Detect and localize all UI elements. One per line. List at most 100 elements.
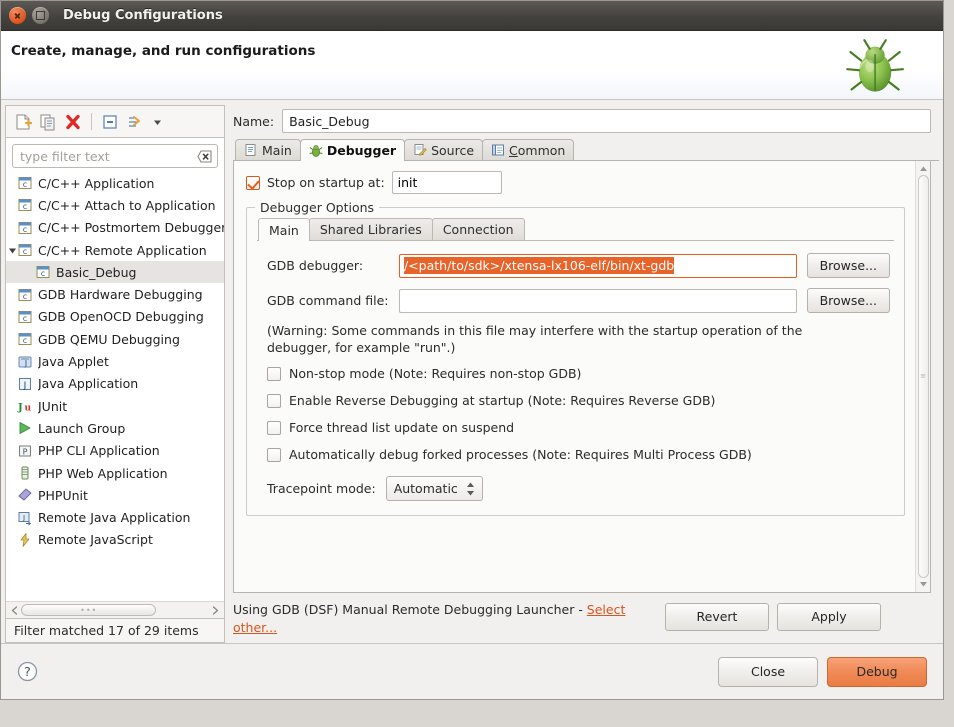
stop-on-startup-checkbox[interactable] (246, 176, 260, 190)
debugger-option-checkbox[interactable] (267, 367, 281, 381)
tree-item[interactable]: cC/C++ Remote Application (6, 239, 224, 261)
debugger-option-label: Automatically debug forked processes (No… (289, 447, 752, 462)
java-applet-icon: J (17, 354, 33, 370)
gdb-command-file-browse-button[interactable]: Browse... (807, 288, 890, 313)
help-icon[interactable]: ? (17, 661, 38, 682)
gdb-debugger-browse-button[interactable]: Browse... (807, 253, 890, 278)
tree-horizontal-scrollbar[interactable]: ••• (6, 601, 224, 618)
filter-wrapper (6, 138, 224, 172)
tab-main[interactable]: Main (235, 139, 301, 160)
svg-text:J: J (17, 403, 23, 414)
duplicate-icon[interactable] (39, 113, 57, 131)
tree-item[interactable]: PHPUnit (6, 484, 224, 506)
vscroll-track[interactable]: ≡ (918, 175, 929, 578)
tree-item[interactable]: PPHP CLI Application (6, 440, 224, 462)
configuration-tabs: Main Debugger SourceCommon (233, 139, 939, 161)
scroll-left-icon[interactable] (8, 604, 21, 617)
tree-item-label: C/C++ Application (38, 176, 154, 191)
tree-item[interactable]: PHP Web Application (6, 462, 224, 484)
scroll-right-icon[interactable] (209, 604, 222, 617)
debugger-option-row: Force thread list update on suspend (267, 420, 890, 435)
command-file-warning: (Warning: Some commands in this file may… (267, 323, 852, 356)
c-launch-icon: c (17, 287, 33, 303)
stop-on-startup-input[interactable] (392, 171, 502, 194)
clear-icon[interactable] (197, 150, 212, 163)
scroll-up-icon[interactable] (916, 163, 930, 175)
tree-item-label: C/C++ Postmortem Debugger (38, 220, 224, 235)
tab-source[interactable]: Source (404, 139, 483, 160)
debugger-option-tab-shared-libraries[interactable]: Shared Libraries (309, 218, 433, 240)
configurations-pane: cC/C++ ApplicationcC/C++ Attach to Appli… (5, 105, 225, 643)
new-launch-configuration-icon[interactable] (14, 113, 32, 131)
configurations-tree[interactable]: cC/C++ ApplicationcC/C++ Attach to Appli… (6, 172, 224, 601)
svg-text:J: J (22, 514, 25, 522)
debugger-option-checkbox[interactable] (267, 448, 281, 462)
source-tab-icon (413, 143, 427, 157)
tree-item[interactable]: cC/C++ Attach to Application (6, 194, 224, 216)
configuration-editor-pane: Name: Main Debugger SourceCommon Stop on s… (227, 105, 939, 643)
tab-debugger[interactable]: Debugger (300, 139, 405, 161)
maximize-icon[interactable] (32, 7, 49, 24)
scroll-thumb[interactable]: ••• (21, 604, 156, 616)
tree-item[interactable]: cC/C++ Postmortem Debugger (6, 217, 224, 239)
scroll-down-icon[interactable] (916, 578, 930, 590)
tree-item[interactable]: Remote JavaScript (6, 529, 224, 551)
remote-js-icon (17, 532, 33, 548)
dialog-body: cC/C++ ApplicationcC/C++ Attach to Appli… (1, 100, 943, 643)
gdb-command-file-input[interactable] (399, 289, 797, 313)
tree-item-label: GDB Hardware Debugging (38, 287, 203, 302)
tree-item-label: GDB OpenOCD Debugging (38, 309, 204, 324)
tracepoint-mode-select[interactable]: Automatic (386, 476, 483, 501)
configuration-name-input[interactable] (282, 109, 931, 133)
debugger-tab-content: Stop on startup at: Debugger Options Mai… (234, 161, 915, 592)
filter-launch-configurations-icon[interactable] (126, 113, 144, 131)
debugger-option-checkbox[interactable] (267, 394, 281, 408)
apply-button[interactable]: Apply (777, 603, 881, 631)
configurations-toolbar (5, 105, 225, 137)
gdb-command-file-label: GDB command file: (267, 293, 389, 308)
launcher-prefix: Using GDB (DSF) Manual Remote Debugging … (233, 602, 587, 617)
debugger-option-label: Enable Reverse Debugging at startup (Not… (289, 393, 715, 408)
tree-item[interactable]: JJava Applet (6, 350, 224, 372)
tree-item[interactable]: JRemote Java Application (6, 506, 224, 528)
scroll-track[interactable]: ••• (21, 604, 209, 616)
tree-item[interactable]: c GDB OpenOCD Debugging (6, 306, 224, 328)
tree-item[interactable]: cBasic_Debug (6, 261, 224, 283)
tree-item[interactable]: c GDB Hardware Debugging (6, 283, 224, 305)
tracepoint-mode-label: Tracepoint mode: (267, 481, 376, 496)
tree-item[interactable]: Launch Group (6, 417, 224, 439)
tree-item[interactable]: JJava Application (6, 373, 224, 395)
tree-item-label: C/C++ Remote Application (38, 243, 207, 258)
collapse-all-icon[interactable] (101, 113, 119, 131)
debugger-option-tab-main[interactable]: Main (258, 218, 310, 241)
revert-button[interactable]: Revert (665, 603, 769, 631)
debugger-option-checkbox[interactable] (267, 421, 281, 435)
debugger-option-row: Enable Reverse Debugging at startup (Not… (267, 393, 890, 408)
php-cli-icon: P (17, 443, 33, 459)
tab-common[interactable]: Common (482, 139, 574, 160)
gdb-debugger-field[interactable]: /<path/to/sdk>/xtensa-lx106-elf/bin/xt-g… (399, 254, 797, 278)
debugger-option-tab-connection[interactable]: Connection (432, 218, 525, 240)
tab-label: Main (262, 143, 292, 158)
footer-buttons: Revert Apply (665, 601, 881, 631)
view-menu-chevron-down-icon[interactable] (151, 113, 164, 131)
svg-text:c: c (41, 269, 45, 278)
delete-icon[interactable] (64, 113, 82, 131)
tree-item[interactable]: cGDB QEMU Debugging (6, 328, 224, 350)
svg-text:u: u (25, 404, 32, 414)
tab-label: Debugger (327, 143, 396, 158)
close-icon[interactable] (9, 7, 26, 24)
filter-field[interactable] (12, 144, 218, 168)
debug-button[interactable]: Debug (827, 657, 927, 687)
dialog-action-buttons: Close Debug (718, 657, 927, 687)
name-label: Name: (233, 114, 274, 129)
c-launch-icon: c (17, 309, 33, 325)
panel-vertical-scrollbar[interactable]: ≡ (915, 161, 930, 592)
svg-text:c: c (23, 314, 27, 323)
tree-item[interactable]: cC/C++ Application (6, 172, 224, 194)
tree-item[interactable]: JuJUnit (6, 395, 224, 417)
close-button[interactable]: Close (718, 657, 818, 687)
vscroll-thumb[interactable]: ≡ (918, 175, 929, 578)
tree-item-label: C/C++ Attach to Application (38, 198, 216, 213)
search-input[interactable] (13, 145, 217, 167)
